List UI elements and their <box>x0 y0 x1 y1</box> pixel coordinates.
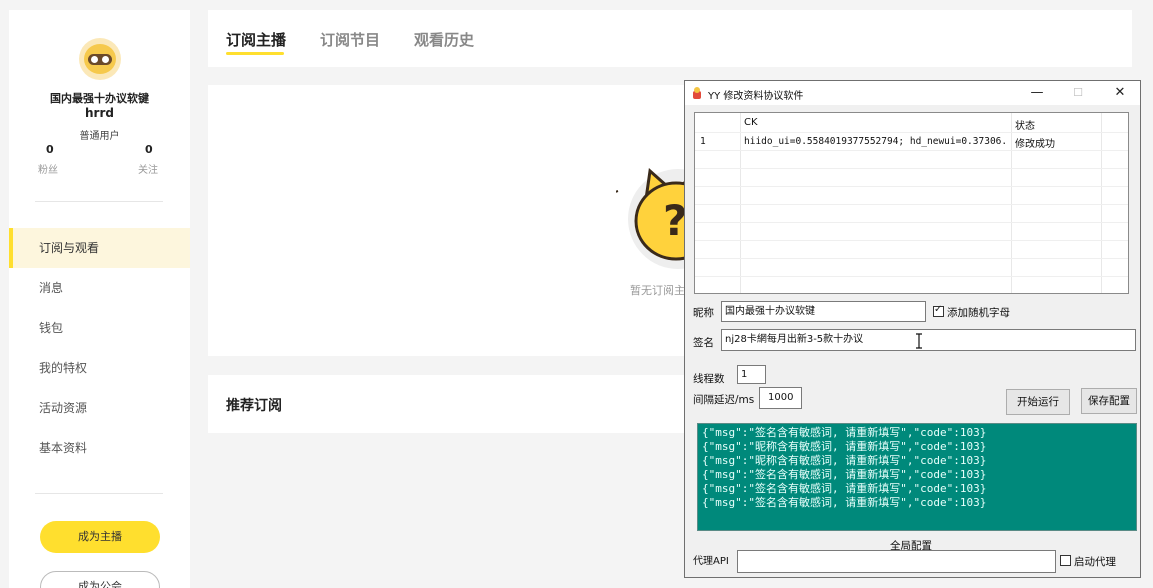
column-header-ck[interactable]: CK <box>744 117 758 128</box>
log-line: {"msg":"签名含有敏感词, 请重新填写","code":103} <box>702 426 987 439</box>
text-cursor-icon <box>916 333 922 349</box>
sidebar-item-subscribe[interactable]: 订阅与观看 <box>9 228 190 268</box>
interval-label: 间隔延迟/ms <box>693 394 755 406</box>
fans-count: 0 <box>46 143 54 156</box>
nickname-label: 昵称 <box>693 307 714 319</box>
sidebar-item-messages[interactable]: 消息 <box>9 268 190 308</box>
threads-label: 线程数 <box>693 373 725 385</box>
empty-state-text: 暂无订阅主 <box>630 284 685 297</box>
divider <box>35 493 163 494</box>
profile-sidebar: 国内最强十办议软键 hrrd 普通用户 0 粉丝 0 关注 订阅与观看 消息 钱… <box>9 10 190 588</box>
profile-level: 普通用户 <box>79 131 120 142</box>
table-row-ck[interactable]: hiido_ui=0.5584019377552794; hd_newui=0.… <box>744 136 1009 147</box>
column-header-status[interactable]: 状态 <box>1015 117 1035 132</box>
random-letters-label[interactable]: 添加随机字母 <box>947 305 1010 320</box>
active-tab-indicator <box>226 52 284 55</box>
interval-input[interactable]: 1000 <box>759 387 802 409</box>
fans-label[interactable]: 粉丝 <box>38 161 58 176</box>
proxy-api-input[interactable] <box>737 550 1056 573</box>
minimize-button[interactable]: — <box>1025 84 1049 102</box>
tab-watch-history[interactable]: 观看历史 <box>414 29 474 50</box>
proxy-api-label: 代理API <box>693 556 729 567</box>
follow-count: 0 <box>145 143 153 156</box>
tab-subscribed-anchors[interactable]: 订阅主播 <box>226 29 286 50</box>
become-anchor-button[interactable]: 成为主播 <box>40 521 160 553</box>
subscription-tabs: 订阅主播 订阅节目 观看历史 <box>208 10 1132 67</box>
profile-sub-name: hrrd <box>85 106 114 120</box>
log-line: {"msg":"昵称含有敏感词, 请重新填写","code":103} <box>702 454 987 467</box>
sidebar-item-privileges[interactable]: 我的特权 <box>9 348 190 388</box>
app-icon <box>693 87 701 99</box>
avatar[interactable] <box>79 38 121 80</box>
random-letters-checkbox[interactable] <box>933 304 944 317</box>
follow-label[interactable]: 关注 <box>138 161 158 176</box>
app-root: 国内最强十办议软键 hrrd 普通用户 0 粉丝 0 关注 订阅与观看 消息 钱… <box>0 0 1153 588</box>
sidebar-item-wallet[interactable]: 钱包 <box>9 308 190 348</box>
log-line: {"msg":"签名含有敏感词, 请重新填写","code":103} <box>702 496 987 509</box>
close-button[interactable]: ✕ <box>1108 84 1132 102</box>
table-row-index: 1 <box>700 136 706 147</box>
become-guild-button[interactable]: 成为公会 <box>40 571 160 588</box>
sidebar-item-activity[interactable]: 活动资源 <box>9 388 190 428</box>
tab-subscribed-programs[interactable]: 订阅节目 <box>320 29 380 50</box>
ck-table[interactable]: CK 状态 1 hiido_ui=0.5584019377552794; hd_… <box>694 112 1129 294</box>
log-line: {"msg":"昵称含有敏感词, 请重新填写","code":103} <box>702 440 987 453</box>
threads-input[interactable]: 1 <box>737 365 766 384</box>
divider <box>35 201 163 202</box>
log-line: {"msg":"签名含有敏感词, 请重新填写","code":103} <box>702 468 987 481</box>
maximize-button[interactable]: ☐ <box>1066 84 1090 102</box>
sidebar-item-profile[interactable]: 基本资料 <box>9 428 190 468</box>
profile-name: 国内最强十办议软键 <box>50 92 149 105</box>
log-line: {"msg":"签名含有敏感词, 请重新填写","code":103} <box>702 482 987 495</box>
save-config-button[interactable]: 保存配置 <box>1081 388 1137 414</box>
recommend-title: 推荐订阅 <box>226 398 282 414</box>
window-title: YY 修改资料协议软件 <box>708 91 804 102</box>
window-titlebar[interactable]: YY 修改资料协议软件 — ☐ ✕ <box>685 81 1140 105</box>
nickname-input[interactable]: 国内最强十办议软键 <box>721 301 926 322</box>
table-row-status: 修改成功 <box>1015 139 1055 150</box>
signature-label: 签名 <box>693 337 714 349</box>
enable-proxy-label[interactable]: 启动代理 <box>1074 554 1116 569</box>
start-button[interactable]: 开始运行 <box>1006 389 1070 415</box>
tool-window: YY 修改资料协议软件 — ☐ ✕ CK 状态 1 hiido_ui=0.558… <box>684 80 1141 578</box>
log-output[interactable]: {"msg":"签名含有敏感词, 请重新填写","code":103} {"ms… <box>697 423 1137 531</box>
enable-proxy-checkbox[interactable] <box>1060 555 1071 566</box>
signature-input[interactable]: nj28卡網每月出新3-5款十办议 <box>721 329 1136 351</box>
